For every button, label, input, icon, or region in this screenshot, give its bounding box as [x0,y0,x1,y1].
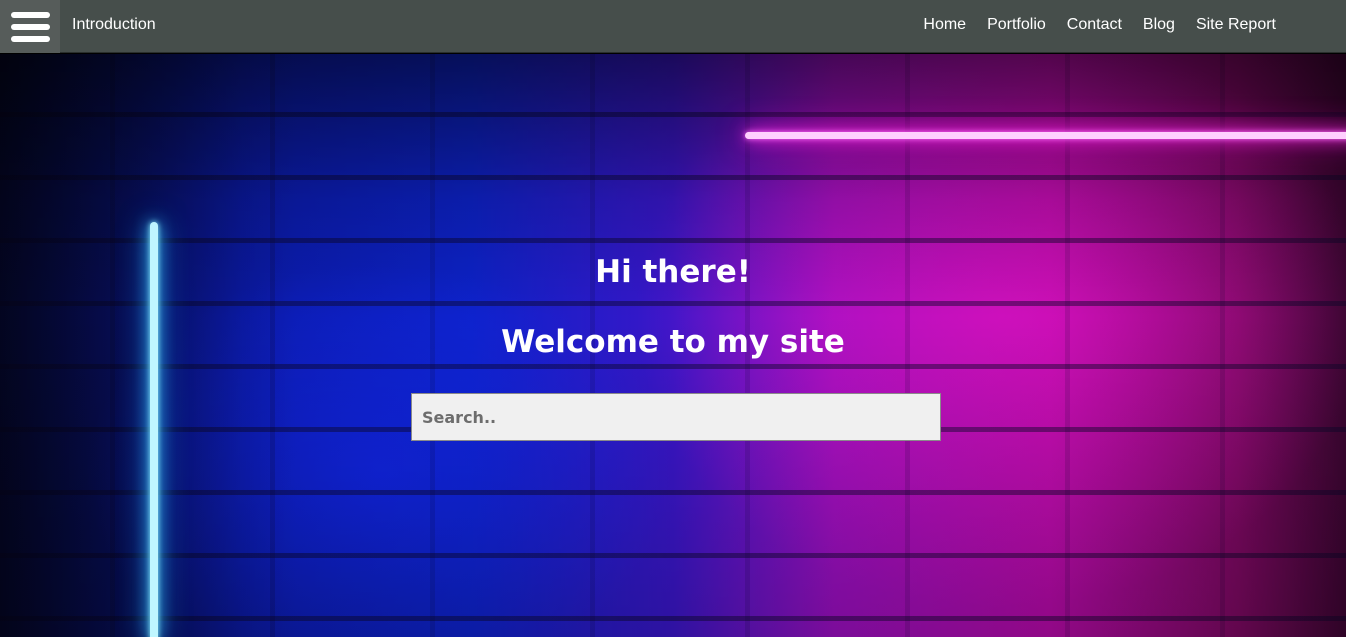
menu-bar-line [11,24,50,30]
brand-link-introduction[interactable]: Introduction [72,16,156,34]
hero-welcome-heading: Welcome to my site [501,324,845,360]
menu-bar-line [11,12,50,18]
top-navbar: Introduction Home Portfolio Contact Blog… [0,0,1346,53]
nav-link-blog[interactable]: Blog [1143,16,1175,34]
hero-greeting: Hi there! [595,254,751,290]
nav-links: Home Portfolio Contact Blog Site Report [923,16,1276,34]
menu-bar-line [11,36,50,42]
search-input[interactable] [411,393,941,441]
nav-link-site-report[interactable]: Site Report [1196,16,1276,34]
hero-section: Hi there! Welcome to my site [0,54,1346,637]
nav-link-contact[interactable]: Contact [1067,16,1122,34]
nav-link-portfolio[interactable]: Portfolio [987,16,1046,34]
hamburger-menu-icon[interactable] [0,0,60,53]
nav-link-home[interactable]: Home [923,16,966,34]
hero-content: Hi there! Welcome to my site [0,54,1346,637]
